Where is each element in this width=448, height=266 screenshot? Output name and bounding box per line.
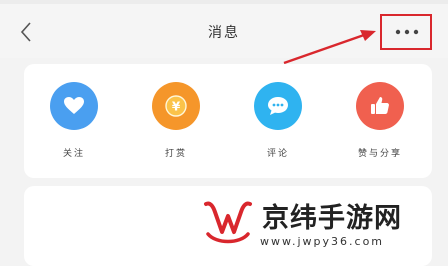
action-label-reward: 打赏 bbox=[164, 149, 187, 159]
action-label-follow: 关注 bbox=[62, 149, 85, 159]
heart-icon bbox=[50, 82, 98, 130]
action-comment[interactable]: 评论 bbox=[238, 82, 318, 172]
action-label-like-share: 赞与分享 bbox=[357, 149, 402, 159]
watermark-url: www.jwpy36.com bbox=[260, 235, 385, 248]
chat-bubble-icon bbox=[254, 82, 302, 130]
header-bar: 消息 bbox=[0, 0, 448, 58]
action-reward[interactable]: ¥ 打赏 bbox=[136, 82, 216, 172]
thumbs-up-icon bbox=[356, 82, 404, 130]
watermark-text: 京纬手游网 bbox=[262, 203, 402, 234]
action-like-share[interactable]: 赞与分享 bbox=[340, 82, 420, 172]
quick-actions-card: 关注 ¥ 打赏 评论 赞与分享 bbox=[24, 64, 432, 178]
annotation-highlight-box bbox=[380, 14, 432, 50]
yen-coin-icon: ¥ bbox=[152, 82, 200, 130]
status-strip bbox=[0, 0, 448, 4]
svg-text:¥: ¥ bbox=[172, 100, 181, 114]
action-follow[interactable]: 关注 bbox=[34, 82, 114, 172]
action-label-comment: 评论 bbox=[266, 149, 289, 159]
site-watermark: 京纬手游网 www.jwpy36.com bbox=[200, 198, 448, 251]
watermark-logo-icon bbox=[204, 201, 252, 244]
